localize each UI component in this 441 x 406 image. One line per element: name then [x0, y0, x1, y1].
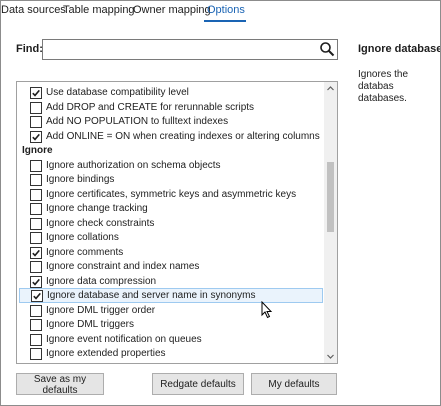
option-checkbox[interactable]	[30, 319, 42, 331]
checkmark-icon	[32, 278, 40, 286]
option-checkbox[interactable]	[30, 246, 42, 259]
option-group-header: Ignore	[17, 143, 323, 158]
tab-owner-mapping[interactable]: Owner mapping	[133, 4, 211, 16]
option-label: Ignore data compression	[46, 275, 157, 287]
option-row[interactable]: Ignore check constraints	[17, 216, 323, 231]
option-checkbox[interactable]	[30, 130, 42, 143]
checkmark-icon	[33, 292, 41, 300]
option-label: Ignore extended properties	[46, 348, 166, 359]
option-checkbox[interactable]	[30, 203, 42, 215]
option-row[interactable]: Add NO POPULATION to fulltext indexes	[17, 114, 323, 129]
option-label: Ignore constraint and index names	[46, 261, 200, 272]
option-checkbox[interactable]	[30, 333, 42, 346]
option-checkbox[interactable]	[31, 290, 43, 302]
option-checkbox[interactable]	[30, 159, 42, 172]
option-row[interactable]: Add DROP and CREATE for rerunnable scrip…	[17, 100, 323, 115]
option-label: Ignore change tracking	[46, 203, 148, 214]
options-list-scrollbar[interactable]	[324, 82, 337, 363]
tab-options[interactable]: Options	[207, 4, 245, 16]
option-row[interactable]: Ignore extended properties	[17, 346, 323, 361]
option-checkbox[interactable]	[30, 304, 42, 317]
option-label: Add ONLINE = ON when creating indexes or…	[46, 130, 320, 142]
option-row[interactable]: Ignore DML trigger order	[17, 303, 323, 318]
option-checkbox[interactable]	[30, 87, 42, 99]
option-row[interactable]: Use database compatibility level	[17, 85, 323, 100]
checkmark-icon	[32, 133, 40, 141]
option-row[interactable]: Ignore bindings	[17, 172, 323, 187]
option-row[interactable]: Ignore authorization on schema objects	[17, 158, 323, 173]
option-checkbox[interactable]	[30, 275, 42, 288]
option-label: Add DROP and CREATE for rerunnable scrip…	[46, 101, 255, 113]
options-list: Use database compatibility level Add DROP…	[16, 81, 338, 364]
option-checkbox[interactable]	[30, 116, 42, 128]
scroll-down-arrow-icon[interactable]	[324, 350, 337, 363]
option-row[interactable]: Ignore DML triggers	[17, 317, 323, 332]
options-panel: Data sources Table mapping Owner mapping…	[0, 0, 441, 406]
option-label: Ignore bindings	[46, 174, 115, 185]
tab-data-sources[interactable]: Data sources	[1, 4, 66, 16]
option-label: Add NO POPULATION to fulltext indexes	[46, 116, 229, 127]
scroll-up-arrow-icon[interactable]	[324, 82, 337, 95]
option-checkbox[interactable]	[30, 232, 42, 244]
option-row[interactable]: Ignore certificates, symmetric keys and …	[17, 187, 323, 202]
option-row[interactable]: Ignore collations	[17, 230, 323, 245]
active-tab-indicator	[204, 20, 246, 22]
option-checkbox[interactable]	[30, 174, 42, 186]
option-label: Ignore DML trigger order	[46, 304, 156, 316]
find-field[interactable]	[42, 39, 338, 60]
option-label: Ignore event notification on queues	[46, 333, 202, 345]
find-input[interactable]	[43, 41, 317, 59]
option-label: Ignore comments	[46, 246, 124, 258]
scroll-thumb[interactable]	[327, 162, 334, 232]
option-row[interactable]: Ignore database and server name in synon…	[19, 288, 323, 303]
option-group-label: Ignore	[22, 145, 53, 156]
checkmark-icon	[32, 249, 40, 257]
option-row[interactable]: Ignore constraint and index names	[17, 259, 323, 274]
option-label: Ignore collations	[46, 232, 119, 243]
option-label: Ignore authorization on schema objects	[46, 159, 221, 171]
option-label: Ignore DML triggers	[46, 319, 134, 330]
option-row[interactable]: Add ONLINE = ON when creating indexes or…	[17, 129, 323, 144]
option-row[interactable]: Ignore change tracking	[17, 201, 323, 216]
option-row[interactable]: Ignore data compression	[17, 274, 323, 289]
option-checkbox[interactable]	[30, 101, 42, 114]
option-checkbox[interactable]	[30, 217, 42, 230]
tab-table-mapping[interactable]: Table mapping	[63, 4, 135, 16]
option-checkbox[interactable]	[30, 261, 42, 273]
search-icon[interactable]	[319, 41, 335, 57]
option-label: Ignore check constraints	[46, 217, 155, 229]
mouse-cursor-icon	[261, 300, 273, 319]
my-defaults-button[interactable]: My defaults	[251, 373, 337, 395]
option-label: Ignore certificates, symmetric keys and …	[46, 188, 297, 200]
find-label: Find:	[16, 43, 43, 55]
option-checkbox[interactable]	[30, 348, 42, 360]
save-as-my-defaults-button[interactable]: Save as my defaults	[16, 373, 104, 396]
option-row[interactable]: Ignore event notification on queues	[17, 332, 323, 347]
option-row[interactable]: Ignore comments	[17, 245, 323, 260]
option-detail-description: Ignores the databas databases.	[358, 69, 409, 104]
option-checkbox[interactable]	[30, 188, 42, 201]
checkmark-icon	[32, 89, 40, 97]
tab-bar: Data sources Table mapping Owner mapping…	[1, 1, 440, 22]
option-label: Use database compatibility level	[46, 87, 189, 98]
redgate-defaults-button[interactable]: Redgate defaults	[152, 373, 244, 395]
option-detail-title: Ignore database ar	[358, 43, 441, 55]
option-label: Ignore database and server name in synon…	[47, 290, 256, 301]
